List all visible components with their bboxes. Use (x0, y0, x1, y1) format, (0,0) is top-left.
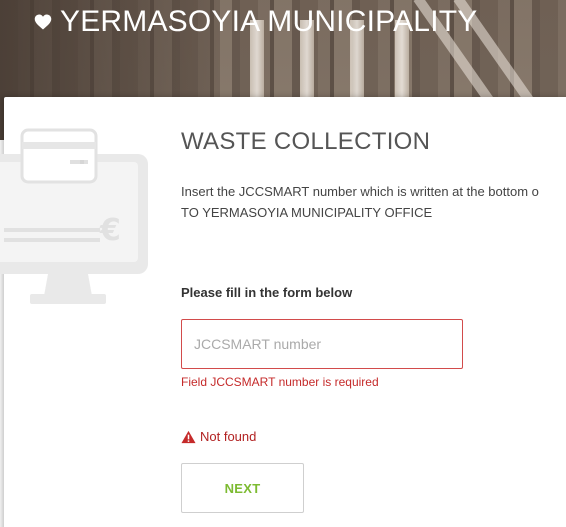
not-found-alert: Not found (181, 429, 256, 444)
svg-text:€: € (99, 213, 121, 248)
intro-line: Insert the JCCSMART number which is writ… (181, 184, 539, 199)
page-title: WASTE COLLECTION (181, 128, 431, 155)
jccsmart-field-error: Field JCCSMART number is required (181, 375, 379, 389)
site-title-text: YERMASOYIA MUNICIPALITY (60, 5, 478, 38)
not-found-text: Not found (200, 429, 257, 444)
warning-icon (181, 430, 196, 443)
intro-line: TO YERMASOYIA MUNICIPALITY OFFICE (181, 205, 433, 220)
jccsmart-number-input[interactable] (181, 319, 463, 369)
form-prompt: Please fill in the form below (181, 285, 353, 300)
heart-icon (34, 14, 52, 30)
next-button[interactable]: NEXT (181, 463, 304, 513)
site-title[interactable]: YERMASOYIA MUNICIPALITY (34, 4, 477, 40)
computer-payment-icon: € (0, 128, 148, 304)
intro-text: Insert the JCCSMART number which is writ… (181, 181, 566, 223)
